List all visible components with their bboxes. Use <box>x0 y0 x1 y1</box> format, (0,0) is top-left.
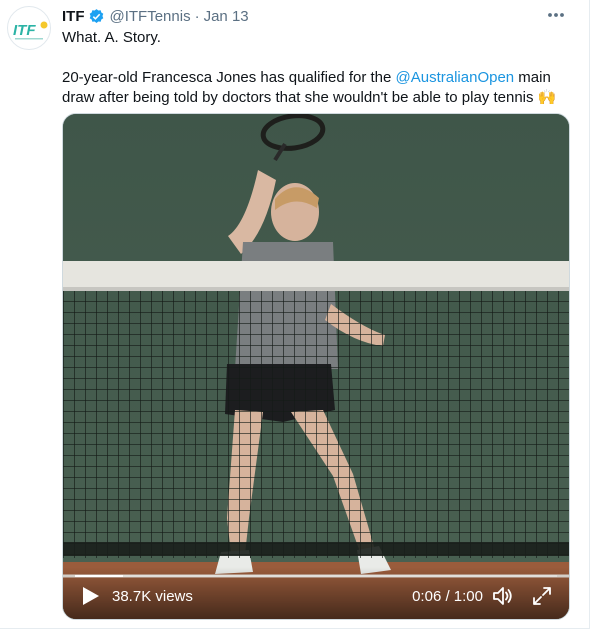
progress-fill <box>75 575 124 577</box>
more-icon[interactable] <box>545 6 567 24</box>
mention-link[interactable]: @AustralianOpen <box>396 69 515 86</box>
tweet-line-1: What. A. Story. <box>62 29 161 46</box>
tweet-date[interactable]: Jan 13 <box>204 8 249 25</box>
video-frame <box>63 114 569 619</box>
video-controls: 38.7K views 0:06 / 1:00 <box>63 567 569 619</box>
volume-muted-icon[interactable] <box>491 585 515 607</box>
author-handle[interactable]: @ITFTennis <box>110 8 191 25</box>
tweet-card: ITF ITF @ITFTennis · Jan 13 What. A. Sto… <box>0 0 590 629</box>
tweet-header: ITF @ITFTennis · Jan 13 <box>62 6 249 26</box>
tweet-line-2-end: main <box>514 69 551 86</box>
tweet-line-3: draw after being told by doctors that sh… <box>62 89 557 106</box>
tweet-text: What. A. Story. 20-year-old Francesca Jo… <box>62 28 572 108</box>
video-time: 0:06 / 1:00 <box>412 588 483 605</box>
avatar[interactable]: ITF <box>7 6 51 50</box>
author-name[interactable]: ITF <box>62 8 85 25</box>
avatar-logo-text: ITF <box>13 22 36 39</box>
verified-badge-icon <box>88 8 105 25</box>
view-count: 38.7K views <box>112 588 193 605</box>
header-separator: · <box>194 7 200 25</box>
tweet-line-2-start: 20-year-old Francesca Jones has qualifie… <box>62 69 396 86</box>
progress-bar[interactable] <box>75 575 557 577</box>
fullscreen-icon[interactable] <box>531 585 553 607</box>
tweet-line-2: 20-year-old Francesca Jones has qualifie… <box>62 68 572 88</box>
video-player[interactable]: 38.7K views 0:06 / 1:00 <box>62 113 570 620</box>
play-icon[interactable] <box>79 585 101 607</box>
